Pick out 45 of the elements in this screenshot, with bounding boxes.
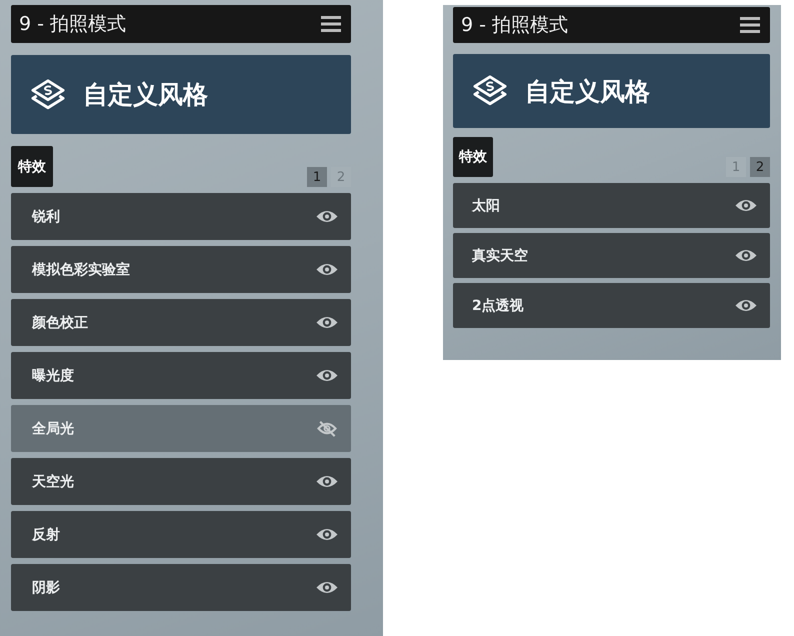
effect-label: 阴影 bbox=[32, 578, 60, 596]
effect-label: 太阳 bbox=[472, 196, 500, 214]
eye-icon[interactable] bbox=[734, 197, 758, 214]
effect-item[interactable]: 曝光度 bbox=[11, 352, 351, 399]
effect-item[interactable]: 全局光 bbox=[11, 405, 351, 452]
effect-item[interactable]: 反射 bbox=[11, 511, 351, 558]
eye-icon[interactable] bbox=[315, 473, 339, 490]
layers-icon bbox=[471, 74, 509, 108]
effect-item[interactable]: 模拟色彩实验室 bbox=[11, 246, 351, 293]
effect-label: 颜色校正 bbox=[32, 314, 88, 332]
menu-icon[interactable] bbox=[740, 16, 760, 34]
eye-icon[interactable] bbox=[315, 526, 339, 543]
effect-item[interactable]: 颜色校正 bbox=[11, 299, 351, 346]
eye-icon[interactable] bbox=[315, 367, 339, 384]
effect-label: 模拟色彩实验室 bbox=[32, 260, 130, 278]
page-button[interactable]: 2 bbox=[750, 157, 770, 177]
effect-item[interactable]: 天空光 bbox=[11, 458, 351, 505]
eye-icon[interactable] bbox=[315, 314, 339, 331]
page-button[interactable]: 1 bbox=[307, 167, 327, 187]
effect-label: 天空光 bbox=[32, 472, 74, 490]
menu-icon[interactable] bbox=[321, 15, 341, 33]
effect-label: 2点透视 bbox=[472, 296, 524, 314]
eye-icon[interactable] bbox=[734, 247, 758, 264]
eye-icon[interactable] bbox=[315, 579, 339, 596]
window-title: 9 - 拍照模式 bbox=[461, 13, 568, 38]
section-tab[interactable]: 特效 bbox=[11, 146, 53, 187]
eye-slash-icon[interactable] bbox=[315, 420, 339, 437]
section-tab[interactable]: 特效 bbox=[453, 137, 493, 177]
effect-label: 反射 bbox=[32, 526, 60, 544]
effect-label: 锐利 bbox=[32, 208, 60, 226]
eye-icon[interactable] bbox=[734, 297, 758, 314]
eye-icon[interactable] bbox=[315, 208, 339, 225]
effect-item[interactable]: 真实天空 bbox=[453, 233, 770, 278]
eye-icon[interactable] bbox=[315, 261, 339, 278]
banner-title: 自定义风格 bbox=[525, 76, 650, 108]
layers-icon bbox=[29, 78, 67, 112]
effect-item[interactable]: 2点透视 bbox=[453, 283, 770, 328]
effect-label: 全局光 bbox=[32, 420, 74, 438]
effect-item[interactable]: 太阳 bbox=[453, 183, 770, 228]
window-title: 9 - 拍照模式 bbox=[19, 12, 126, 37]
effect-label: 真实天空 bbox=[472, 246, 528, 264]
effect-item[interactable]: 阴影 bbox=[11, 564, 351, 611]
effect-label: 曝光度 bbox=[32, 366, 74, 384]
effect-item[interactable]: 锐利 bbox=[11, 193, 351, 240]
banner-title: 自定义风格 bbox=[83, 79, 208, 111]
